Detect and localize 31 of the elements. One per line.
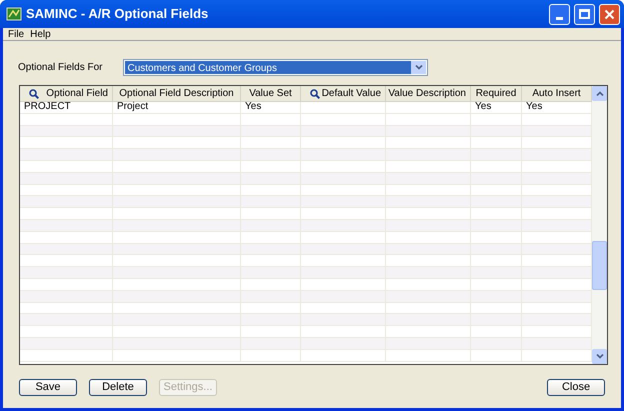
scroll-up-button[interactable] (592, 86, 607, 101)
close-button[interactable] (599, 4, 620, 24)
menu-item[interactable]: File (7, 26, 26, 42)
category-dropdown[interactable]: Customers and Customer Groups (123, 59, 428, 76)
table-cell: Project (117, 102, 148, 112)
app-icon (6, 6, 22, 22)
scroll-down-button[interactable] (592, 349, 607, 364)
column-header[interactable]: Value Description (388, 86, 466, 101)
minimize-button[interactable] (549, 4, 570, 24)
window-title: SAMINC - A/R Optional Fields (26, 5, 210, 24)
table-cell: PROJECT (24, 102, 71, 112)
field-label: Optional Fields For (18, 61, 102, 75)
column-header[interactable]: Optional Field (46, 86, 108, 101)
maximize-button[interactable] (574, 4, 595, 24)
column-header[interactable]: Required (476, 86, 516, 101)
column-header[interactable]: Default Value (322, 86, 381, 101)
vertical-scrollbar[interactable] (592, 86, 607, 364)
search-icon[interactable] (310, 88, 320, 98)
table-cell: Yes (526, 102, 542, 112)
dialog-button[interactable]: Close (547, 379, 605, 396)
dialog-button[interactable]: Delete (89, 379, 147, 396)
dialog-button[interactable]: Save (19, 379, 77, 396)
table-cell: Yes (245, 102, 262, 112)
table-cell: Yes (475, 102, 492, 112)
column-header[interactable]: Auto Insert (532, 86, 581, 101)
close-icon (604, 8, 615, 20)
column-header[interactable]: Optional Field Description (119, 86, 234, 101)
column-header[interactable]: Value Set (249, 86, 292, 101)
search-icon[interactable] (29, 88, 39, 98)
scroll-thumb[interactable] (592, 240, 607, 290)
menu-item[interactable]: Help (29, 26, 52, 42)
